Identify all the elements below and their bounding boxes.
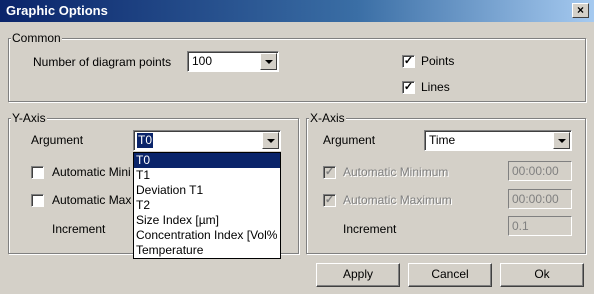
- y-argument-dropdown-list[interactable]: T0 T1 Deviation T1 T2 Size Index [µm] Co…: [133, 152, 281, 259]
- x-auto-min-field[interactable]: [508, 161, 572, 181]
- x-auto-min-label: Automatic Minimum: [343, 165, 449, 179]
- points-checkbox[interactable]: ✓: [402, 55, 415, 68]
- y-auto-min-checkbox[interactable]: [31, 166, 44, 179]
- chevron-down-icon: [267, 139, 275, 143]
- y-auto-min-label[interactable]: Automatic Mini: [52, 164, 131, 180]
- close-button[interactable]: ×: [572, 3, 589, 18]
- window-title: Graphic Options: [6, 3, 108, 18]
- x-auto-max-field[interactable]: [508, 189, 572, 209]
- lines-checkbox-label[interactable]: Lines: [421, 79, 450, 95]
- dropdown-option-t2[interactable]: T2: [134, 198, 280, 213]
- dropdown-option-t1[interactable]: T1: [134, 168, 280, 183]
- y-axis-legend: Y-Axis: [11, 111, 47, 125]
- x-auto-max-checkbox[interactable]: ✓: [323, 194, 336, 207]
- lines-checkbox[interactable]: ✓: [402, 81, 415, 94]
- chevron-down-icon: [265, 60, 273, 64]
- y-auto-max-checkbox[interactable]: [31, 194, 44, 207]
- title-bar[interactable]: Graphic Options ×: [0, 0, 594, 22]
- common-group: Common: [8, 31, 586, 102]
- y-increment-label: Increment: [52, 222, 106, 236]
- x-argument-value: Time: [429, 133, 456, 147]
- cancel-button[interactable]: Cancel: [408, 263, 492, 287]
- y-argument-select[interactable]: T0: [133, 130, 281, 151]
- x-axis-legend: X-Axis: [309, 111, 346, 125]
- diagram-points-select[interactable]: 100: [187, 51, 279, 72]
- ok-button[interactable]: Ok: [500, 263, 584, 287]
- x-increment-field[interactable]: [508, 216, 572, 236]
- points-checkbox-label[interactable]: Points: [421, 53, 454, 69]
- graphic-options-dialog: Graphic Options × Common Number of diagr…: [0, 0, 594, 294]
- x-auto-max-label: Automatic Maximum: [343, 193, 452, 207]
- x-auto-min-checkbox[interactable]: ✓: [323, 166, 336, 179]
- x-argument-dropdown-button[interactable]: [553, 132, 570, 149]
- dropdown-option-concentration-index[interactable]: Concentration Index [Vol%: [134, 228, 280, 243]
- chevron-down-icon: [558, 139, 566, 143]
- dropdown-option-size-index[interactable]: Size Index [µm]: [134, 213, 280, 228]
- y-argument-value: T0: [137, 133, 154, 148]
- x-argument-select[interactable]: Time: [424, 130, 572, 151]
- x-argument-label: Argument: [323, 133, 376, 147]
- dropdown-option-deviation-t1[interactable]: Deviation T1: [134, 183, 280, 198]
- y-argument-dropdown-button[interactable]: [262, 132, 279, 149]
- common-legend: Common: [11, 31, 62, 45]
- diagram-points-dropdown-button[interactable]: [260, 53, 277, 70]
- dropdown-option-temperature[interactable]: Temperature: [134, 243, 280, 258]
- x-increment-label: Increment: [343, 222, 397, 236]
- diagram-points-value: 100: [192, 54, 213, 68]
- y-argument-label: Argument: [31, 133, 84, 147]
- y-auto-max-label[interactable]: Automatic Max: [52, 192, 131, 208]
- dropdown-option-t0[interactable]: T0: [134, 153, 280, 168]
- diagram-points-label: Number of diagram points: [33, 55, 172, 69]
- apply-button[interactable]: Apply: [316, 263, 400, 287]
- close-icon: ×: [576, 3, 584, 17]
